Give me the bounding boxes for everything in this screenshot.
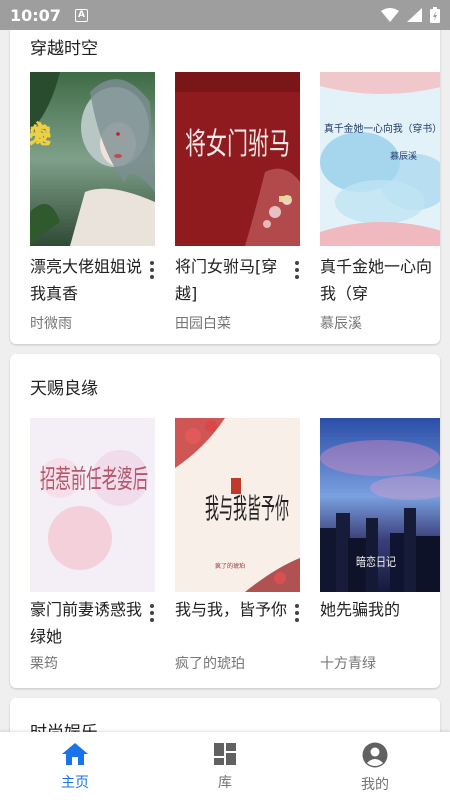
bottom-navigation: 主页 库 我的 — [0, 732, 450, 800]
book-cover[interactable]: 将女门驸马 — [175, 72, 300, 246]
more-options-icon[interactable] — [290, 259, 304, 281]
book-author: 慕辰溪 — [320, 316, 362, 332]
book-item[interactable]: 暗恋日记 她先骗我的 十方青绿 — [320, 354, 440, 688]
nav-item-home[interactable]: 主页 — [0, 732, 150, 800]
book-cover[interactable]: 我与我皆予你 疯了的琥珀 — [175, 418, 300, 592]
book-title[interactable]: 豪门前妻诱惑我绿她 — [30, 596, 142, 650]
cover-title-text: 招惹前任老婆后 — [40, 465, 148, 495]
more-options-icon[interactable] — [145, 602, 159, 624]
cover-title-text: 暗恋日记 — [356, 554, 396, 569]
book-item[interactable]: 我与我皆予你 疯了的琥珀 我与我，皆予你 疯了的琥珀 — [175, 354, 305, 688]
section-card: 时尚娱乐 — [10, 698, 440, 732]
book-cover[interactable]: 暗恋日记 — [320, 418, 440, 592]
book-author: 时微雨 — [30, 316, 72, 332]
book-item[interactable]: 将女门驸马 将门女驸马[穿越] 田园白菜 — [175, 30, 305, 344]
book-cover[interactable]: 真千金她一心向我（穿书） 慕辰溪 — [320, 72, 440, 246]
account-icon — [362, 742, 388, 768]
more-options-icon[interactable] — [290, 602, 304, 624]
book-author: 田园白菜 — [175, 316, 231, 332]
nav-item-account[interactable]: 我的 — [300, 732, 450, 800]
cover-title-text: 将女门驸马 — [185, 127, 290, 162]
more-options-icon[interactable] — [145, 259, 159, 281]
nav-label: 我的 — [361, 777, 389, 793]
home-icon — [62, 743, 88, 765]
home-feed[interactable]: 穿越时空 心尖宠 漂亮大佬姐姐说我真香 时微雨 将女门驸马 将门女驸马[穿越] … — [0, 30, 450, 732]
status-icons — [381, 7, 440, 23]
nav-label: 主页 — [61, 775, 89, 791]
book-title[interactable]: 将门女驸马[穿越] — [175, 253, 287, 307]
signal-icon — [407, 8, 422, 22]
nav-label: 库 — [218, 775, 232, 791]
book-author: 疯了的琥珀 — [175, 656, 245, 672]
status-bar: 10:07 A — [0, 0, 450, 30]
library-icon — [214, 743, 236, 765]
book-title[interactable]: 漂亮大佬姐姐说我真香 — [30, 253, 142, 307]
book-title[interactable]: 我与我，皆予你 — [175, 596, 287, 650]
book-item[interactable]: 真千金她一心向我（穿书） 慕辰溪 真千金她一心向我（穿 慕辰溪 — [320, 30, 440, 344]
section-card: 穿越时空 心尖宠 漂亮大佬姐姐说我真香 时微雨 将女门驸马 将门女驸马[穿越] … — [10, 30, 440, 344]
status-time: 10:07 — [10, 5, 61, 25]
cover-author-text: 慕辰溪 — [390, 150, 417, 162]
book-title[interactable]: 真千金她一心向我（穿 — [320, 253, 432, 307]
cover-title-text: 心尖宠 — [30, 120, 51, 146]
book-row[interactable]: 心尖宠 漂亮大佬姐姐说我真香 时微雨 将女门驸马 将门女驸马[穿越] 田园白菜 … — [30, 30, 440, 344]
book-title[interactable]: 她先骗我的 — [320, 596, 432, 650]
book-author: 栗筠 — [30, 656, 58, 672]
cover-author-text: 疯了的琥珀 — [215, 562, 245, 570]
cover-title-text: 真千金她一心向我（穿书） — [324, 122, 440, 135]
book-item[interactable]: 招惹前任老婆后 豪门前妻诱惑我绿她 栗筠 — [30, 354, 160, 688]
battery-icon — [430, 7, 440, 23]
book-cover[interactable]: 心尖宠 — [30, 72, 155, 246]
nav-item-library[interactable]: 库 — [150, 732, 300, 800]
notification-icon: A — [74, 8, 88, 22]
book-item[interactable]: 心尖宠 漂亮大佬姐姐说我真香 时微雨 — [30, 30, 160, 344]
wifi-icon — [381, 8, 399, 22]
section-card: 天赐良缘 招惹前任老婆后 豪门前妻诱惑我绿她 栗筠 我与我皆予你 疯了的琥珀 我… — [10, 354, 440, 688]
book-author: 十方青绿 — [320, 656, 376, 672]
cover-title-text: 我与我皆予你 — [205, 492, 289, 525]
section-title: 时尚娱乐 — [30, 718, 98, 732]
book-cover[interactable]: 招惹前任老婆后 — [30, 418, 155, 592]
book-row[interactable]: 招惹前任老婆后 豪门前妻诱惑我绿她 栗筠 我与我皆予你 疯了的琥珀 我与我，皆予… — [30, 354, 440, 688]
